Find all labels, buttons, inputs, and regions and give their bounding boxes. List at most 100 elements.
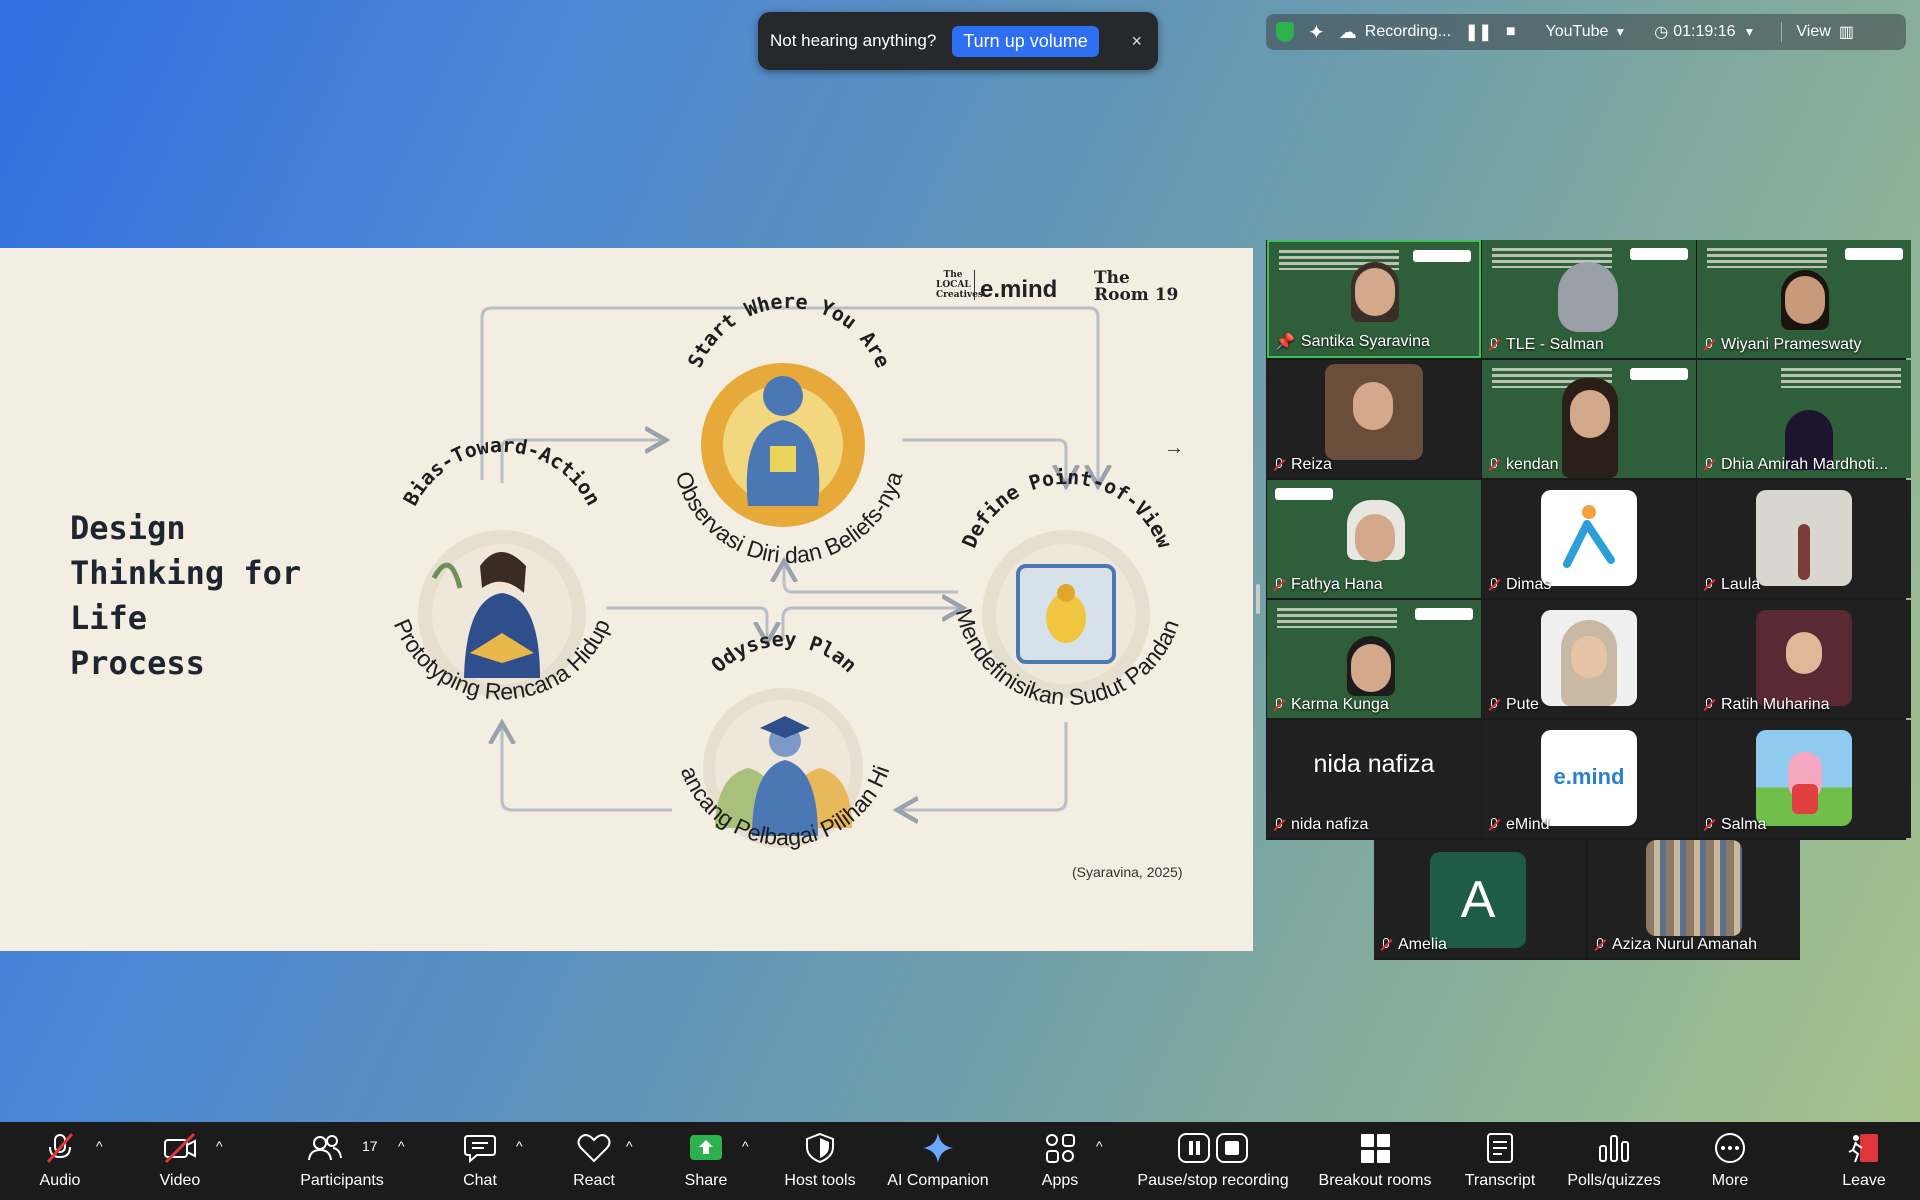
sparkle-icon[interactable]: ✦	[1308, 20, 1325, 45]
participants-options-caret[interactable]: ^	[398, 1138, 405, 1154]
name-label: Pute	[1506, 696, 1539, 713]
react-button[interactable]: React	[552, 1122, 636, 1200]
ai-companion-button[interactable]: AI Companion	[876, 1122, 1000, 1200]
profile-picture	[1756, 730, 1852, 826]
recording-indicator[interactable]: ☁ Recording...	[1339, 22, 1451, 43]
participant-name: Pute	[1488, 696, 1539, 714]
participant-tile[interactable]: Reiza	[1267, 360, 1481, 478]
muted-mic-icon	[1594, 938, 1606, 952]
turn-up-volume-button[interactable]: Turn up volume	[952, 25, 1099, 57]
close-notification-button[interactable]: ×	[1131, 31, 1142, 52]
apps-options-caret[interactable]: ^	[1096, 1138, 1103, 1154]
pause-stop-recording-button[interactable]: Pause/stop recording	[1128, 1122, 1298, 1200]
stage-start-title: Start Where You Are	[683, 289, 896, 371]
share-options-caret[interactable]: ^	[742, 1138, 749, 1154]
muted-mic-icon	[1488, 458, 1500, 472]
stop-icon[interactable]: ■	[1506, 23, 1516, 41]
participant-tile[interactable]: TLE - Salman	[1482, 240, 1696, 358]
participant-name: Dhia Amirah Mardhoti...	[1703, 456, 1888, 474]
name-label: Dimas	[1506, 576, 1552, 593]
polls-quizzes-button[interactable]: Polls/quizzes	[1556, 1122, 1672, 1200]
participant-name: TLE - Salman	[1488, 336, 1604, 354]
participant-tile[interactable]: Dhia Amirah Mardhoti...	[1697, 360, 1911, 478]
participant-name: eMind	[1488, 816, 1550, 834]
face	[1570, 390, 1610, 438]
video-gallery: 📌 Santika Syaravina TLE - Salman Wiyani P…	[1266, 240, 1911, 840]
recording-label: Recording...	[1364, 23, 1452, 40]
name-label: Amelia	[1398, 936, 1447, 953]
leave-button[interactable]: Leave	[1822, 1122, 1906, 1200]
participant-tile[interactable]: Pute	[1482, 600, 1696, 718]
logo-strip	[1415, 608, 1473, 620]
logo-strip	[1630, 248, 1688, 260]
muted-mic-icon	[1488, 818, 1500, 832]
polls-label: Polls/quizzes	[1567, 1172, 1661, 1189]
audio-options-caret[interactable]: ^	[96, 1138, 103, 1154]
view-button[interactable]: View ▥	[1781, 22, 1854, 42]
profile-picture	[1756, 610, 1852, 706]
participant-tile[interactable]: Wiyani Prameswaty	[1697, 240, 1911, 358]
participants-label: Participants	[300, 1172, 384, 1189]
polls-icon	[1599, 1135, 1629, 1162]
more-button[interactable]: More	[1688, 1122, 1772, 1200]
muted-mic-icon	[1273, 578, 1285, 592]
logo-strip	[1845, 248, 1903, 260]
chat-button[interactable]: Chat	[438, 1122, 522, 1200]
slide-thumbnail	[1277, 608, 1397, 628]
participant-tile[interactable]: Dimas	[1482, 480, 1696, 598]
transcript-button[interactable]: Transcript	[1458, 1122, 1542, 1200]
slide-thumbnail	[1781, 368, 1901, 388]
participant-tile[interactable]: A Amelia	[1374, 840, 1586, 958]
participant-tile[interactable]: Aziza Nurul Amanah	[1588, 840, 1800, 958]
logo-strip	[1413, 250, 1471, 262]
breakout-rooms-button[interactable]: Breakout rooms	[1310, 1122, 1440, 1200]
apps-button[interactable]: Apps	[1018, 1122, 1102, 1200]
name-label: Reiza	[1291, 456, 1332, 473]
video-options-caret[interactable]: ^	[216, 1138, 223, 1154]
participant-name: Reiza	[1273, 456, 1332, 474]
design-thinking-diagram: Start Where You Are Bias-Toward-Action D…	[0, 248, 1184, 850]
audio-button[interactable]: Audio	[18, 1122, 102, 1200]
name-label: TLE - Salman	[1506, 336, 1604, 353]
muted-mic-icon	[1273, 818, 1285, 832]
slide-thumbnail	[1707, 248, 1827, 268]
transcript-label: Transcript	[1464, 1172, 1536, 1189]
participant-tile[interactable]: Fathya Hana	[1267, 480, 1481, 598]
participant-tile[interactable]: Ratih Muharina	[1697, 600, 1911, 718]
panel-resize-handle[interactable]	[1256, 584, 1260, 614]
shield-icon	[806, 1132, 834, 1164]
participant-name: Karma Kunga	[1273, 696, 1389, 714]
react-options-caret[interactable]: ^	[626, 1138, 633, 1154]
host-tools-button[interactable]: Host tools	[770, 1122, 870, 1200]
stream-label: YouTube	[1545, 23, 1609, 40]
stream-dropdown[interactable]: YouTube ▼	[1546, 23, 1627, 41]
participant-tile[interactable]: kendan	[1482, 360, 1696, 478]
participant-name: Wiyani Prameswaty	[1703, 336, 1861, 354]
shield-icon[interactable]	[1276, 22, 1294, 42]
participant-name: Dimas	[1488, 576, 1551, 594]
participant-tile[interactable]: e.mind eMind	[1482, 720, 1696, 838]
participant-tile[interactable]: 📌 Santika Syaravina	[1267, 240, 1481, 358]
apps-label: Apps	[1041, 1172, 1079, 1189]
muted-mic-icon	[1273, 458, 1285, 472]
participant-tile[interactable]: nida nafiza nida nafiza	[1267, 720, 1481, 838]
participant-display-text: nida nafiza	[1313, 750, 1435, 778]
participants-button[interactable]: 17 Participants	[286, 1122, 398, 1200]
breakout-rooms-icon	[1361, 1134, 1390, 1163]
participant-tile[interactable]: Karma Kunga	[1267, 600, 1481, 718]
participant-tile[interactable]: Salma	[1697, 720, 1911, 838]
chat-options-caret[interactable]: ^	[516, 1138, 523, 1154]
clock-icon: ◷	[1654, 24, 1669, 41]
participant-name: Laula	[1703, 576, 1760, 594]
meeting-timer[interactable]: ◷ 01:19:16 ▼	[1654, 22, 1755, 42]
participant-name: 📌 Santika Syaravina	[1275, 332, 1430, 352]
audio-notification: Not hearing anything? Turn up volume ×	[758, 12, 1158, 70]
share-button[interactable]: Share	[664, 1122, 748, 1200]
video-button[interactable]: Video	[138, 1122, 222, 1200]
leave-label: Leave	[1842, 1172, 1886, 1189]
audio-label: Audio	[39, 1172, 81, 1189]
muted-mic-icon	[1273, 698, 1285, 712]
next-slide-arrow[interactable]: →	[1164, 437, 1184, 459]
participant-tile[interactable]: Laula	[1697, 480, 1911, 598]
pause-icon[interactable]: ❚❚	[1465, 22, 1492, 42]
